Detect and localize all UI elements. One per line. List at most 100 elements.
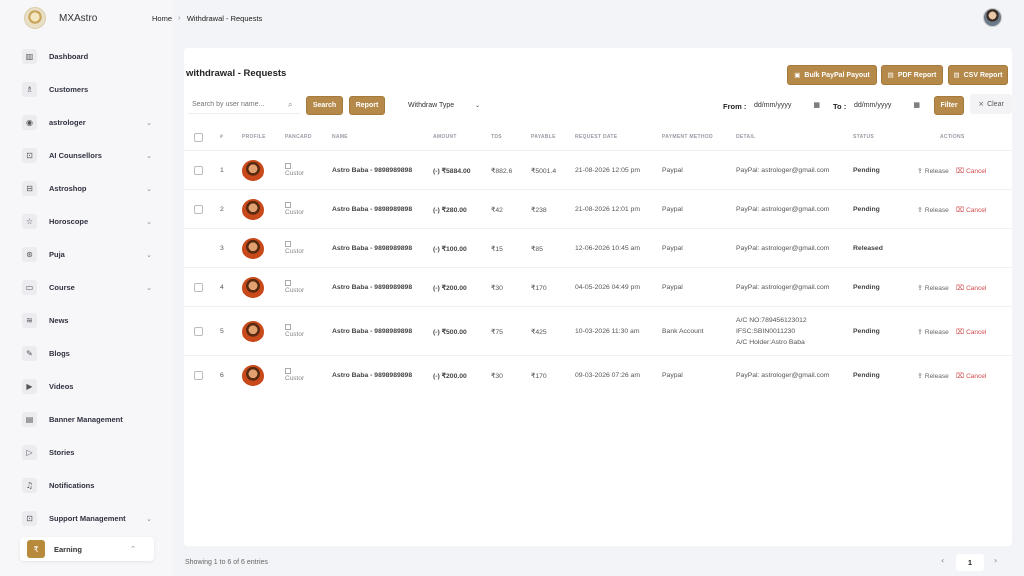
- page-number-button[interactable]: 1: [956, 554, 984, 571]
- pancard-image[interactable]: Custor: [285, 202, 304, 216]
- cell-tds: ₹75: [491, 329, 503, 336]
- sidebar-item-label: Puja: [49, 250, 65, 259]
- sidebar-item-label: Dashboard: [49, 52, 89, 61]
- csv-icon: ▤: [953, 71, 960, 79]
- breadcrumb-home[interactable]: Home: [152, 14, 172, 23]
- sidebar-item-customers[interactable]: ♗ Customers: [0, 73, 172, 106]
- filter-button[interactable]: Filter: [934, 96, 964, 115]
- pancard-image[interactable]: Custor: [285, 368, 304, 382]
- profile-avatar[interactable]: [242, 199, 264, 221]
- cell-date: 10-03-2026 11:30 am: [575, 328, 640, 335]
- sidebar-item-label: Stories: [49, 448, 75, 457]
- cell-num: 5: [220, 328, 224, 335]
- header-actions: ACTIONS: [940, 134, 965, 140]
- cancel-button[interactable]: ⌧ Cancel: [956, 372, 986, 380]
- upload-icon: ⇪: [917, 328, 923, 336]
- sidebar-item-dashboard[interactable]: ▥ Dashboard: [0, 40, 172, 73]
- cell-detail: A/C NO:789456123012: [736, 316, 807, 324]
- header-status: STATUS: [853, 134, 875, 140]
- entries-info: Showing 1 to 6 of 6 entries: [185, 559, 268, 566]
- sidebar-item-puja[interactable]: ⊛ Puja ⌄: [0, 238, 172, 271]
- pancard-alt-text: Custor: [285, 375, 305, 382]
- rupee-icon: ₹: [27, 540, 45, 558]
- pancard-image[interactable]: Custor: [285, 324, 304, 338]
- sidebar-item-earning[interactable]: ₹ Earning ⌃: [20, 537, 154, 561]
- report-button[interactable]: Report: [349, 96, 385, 115]
- sidebar-item-banner-management[interactable]: ▤ Banner Management: [0, 403, 172, 436]
- profile-avatar[interactable]: [242, 277, 264, 299]
- trash-icon: ⌧: [956, 167, 965, 175]
- sidebar-item-astrologer[interactable]: ◉ astrologer ⌄: [0, 106, 172, 139]
- cell-num: 2: [220, 206, 224, 213]
- cancel-button[interactable]: ⌧ Cancel: [956, 167, 986, 175]
- prev-page-button[interactable]: ‹: [941, 556, 944, 565]
- from-date-input[interactable]: dd/mm/yyyy ▦: [750, 96, 824, 114]
- pancard-image[interactable]: Custor: [285, 280, 304, 294]
- sidebar-item-notifications[interactable]: ♫ Notifications: [0, 469, 172, 502]
- profile-avatar[interactable]: [242, 238, 264, 260]
- release-button[interactable]: ⇪ Release: [917, 372, 949, 380]
- sidebar-item-course[interactable]: ▭ Course ⌄: [0, 271, 172, 304]
- withdraw-type-select[interactable]: Withdraw Type ⌄: [402, 96, 490, 114]
- profile-avatar[interactable]: [242, 321, 264, 343]
- sidebar-item-news[interactable]: ≋ News: [0, 304, 172, 337]
- select-all-checkbox[interactable]: [194, 133, 203, 142]
- upload-icon: ⇪: [917, 284, 923, 292]
- pancard-image[interactable]: Custor: [285, 163, 304, 177]
- clear-button[interactable]: × Clear: [970, 94, 1012, 114]
- pdf-report-button[interactable]: ▤ PDF Report: [881, 65, 943, 85]
- cell-method: Paypal: [662, 284, 683, 291]
- user-avatar[interactable]: [983, 8, 1002, 27]
- search-icon[interactable]: ⌕: [288, 100, 292, 110]
- release-button[interactable]: ⇪ Release: [917, 206, 949, 214]
- page-title: withdrawal - Requests: [186, 68, 287, 79]
- header-amount: AMOUNT: [433, 134, 457, 140]
- broken-image-icon: [285, 241, 291, 247]
- row-checkbox[interactable]: [194, 283, 203, 292]
- to-date-input[interactable]: dd/mm/yyyy ▦: [850, 96, 924, 114]
- sidebar-item-ai-counsellors[interactable]: ⊡ AI Counsellors ⌄: [0, 139, 172, 172]
- cancel-label: Cancel: [966, 328, 987, 336]
- cancel-button[interactable]: ⌧ Cancel: [956, 328, 986, 336]
- chevron-up-icon: ⌃: [130, 545, 136, 553]
- cancel-button[interactable]: ⌧ Cancel: [956, 206, 986, 214]
- breadcrumb: Home › Withdrawal - Requests: [152, 14, 262, 23]
- csv-report-button[interactable]: ▤ CSV Report: [948, 65, 1008, 85]
- sidebar-item-label: News: [49, 316, 69, 325]
- cell-num: 3: [220, 245, 224, 252]
- cancel-button[interactable]: ⌧ Cancel: [956, 284, 986, 292]
- search-button[interactable]: Search: [306, 96, 343, 115]
- pdf-report-label: PDF Report: [897, 71, 937, 79]
- sidebar-item-astroshop[interactable]: ⊟ Astroshop ⌄: [0, 172, 172, 205]
- cancel-label: Cancel: [966, 167, 987, 175]
- calendar-icon[interactable]: ▦: [813, 101, 820, 109]
- next-page-button[interactable]: ›: [994, 556, 997, 565]
- row-checkbox[interactable]: [194, 371, 203, 380]
- breadcrumb-current: Withdrawal - Requests: [186, 13, 263, 23]
- chevron-down-icon: ⌄: [146, 283, 152, 292]
- header-profile: PROFILE: [242, 134, 266, 140]
- bulk-paypal-payout-button[interactable]: ▣ Bulk PayPal Payout: [787, 65, 877, 85]
- release-button[interactable]: ⇪ Release: [917, 167, 949, 175]
- row-checkbox[interactable]: [194, 327, 203, 336]
- search-input[interactable]: [188, 96, 300, 114]
- sidebar-item-videos[interactable]: ▶ Videos: [0, 370, 172, 403]
- blogs-icon: ✎: [22, 346, 37, 361]
- profile-avatar[interactable]: [242, 365, 264, 387]
- sidebar-item-blogs[interactable]: ✎ Blogs: [0, 337, 172, 370]
- sidebar-item-stories[interactable]: ▷ Stories: [0, 436, 172, 469]
- calendar-icon[interactable]: ▦: [913, 101, 920, 109]
- table-row: 5 Astro Baba - 9898989898 (-) ₹500.00 ₹75 ₹4…: [184, 306, 1012, 355]
- row-checkbox[interactable]: [194, 205, 203, 214]
- sidebar-item-horoscope[interactable]: ☆ Horoscope ⌄: [0, 205, 172, 238]
- sidebar-item-label: Course: [49, 283, 75, 292]
- profile-avatar[interactable]: [242, 160, 264, 182]
- release-button[interactable]: ⇪ Release: [917, 328, 949, 336]
- puja-icon: ⊛: [22, 247, 37, 262]
- row-checkbox[interactable]: [194, 166, 203, 175]
- brand[interactable]: MXAstro: [0, 0, 172, 36]
- pancard-image[interactable]: Custor: [285, 241, 304, 255]
- sidebar-nav: ▥ Dashboard ♗ Customers ◉ astrologer ⌄ ⊡ AI Coun…: [0, 40, 172, 561]
- sidebar-item-support-management[interactable]: ⊡ Support Management ⌄: [0, 502, 172, 535]
- release-button[interactable]: ⇪ Release: [917, 284, 949, 292]
